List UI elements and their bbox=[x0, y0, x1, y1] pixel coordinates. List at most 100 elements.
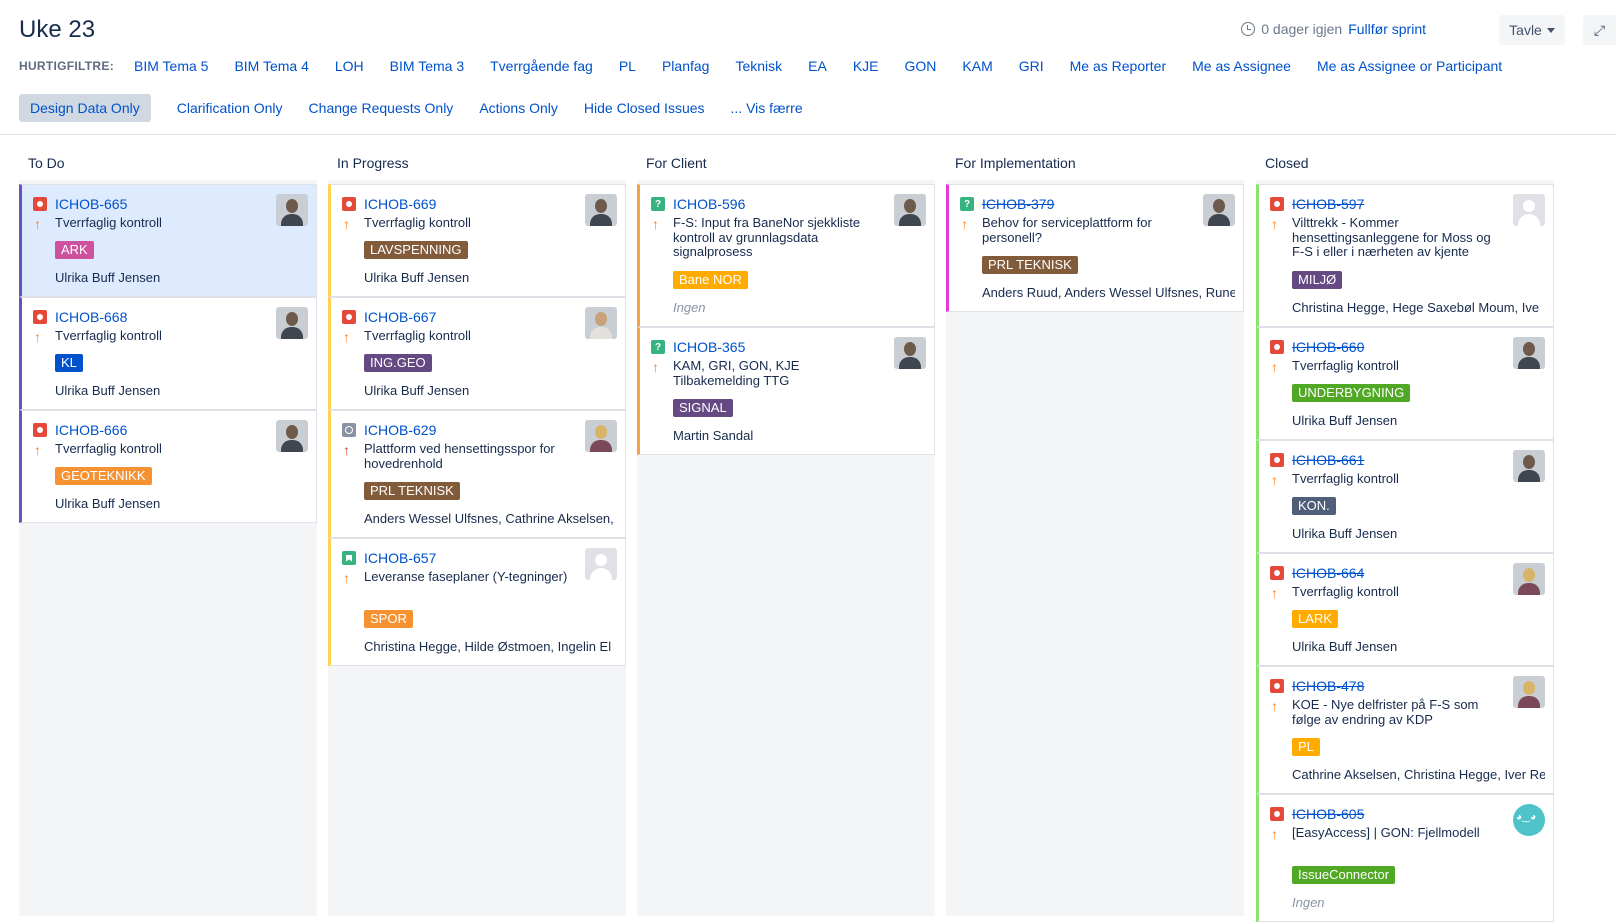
avatar bbox=[585, 420, 617, 452]
issue-key-link[interactable]: ICHOB-660 bbox=[1292, 339, 1364, 355]
quickfilter-clarification-only[interactable]: Clarification Only bbox=[177, 100, 283, 116]
avatar bbox=[1513, 676, 1545, 708]
issue-key-link[interactable]: ICHOB-664 bbox=[1292, 565, 1364, 581]
priority-med-icon: ↑ bbox=[343, 216, 350, 232]
column-closed: ICHOB-597 ↑ Vilttrekk - Kommer hensettings… bbox=[1256, 184, 1554, 922]
issue-summary: Tverrfaglig kontroll bbox=[55, 215, 162, 230]
issue-key-link[interactable]: ICHOB-605 bbox=[1292, 806, 1364, 822]
avatar bbox=[894, 194, 926, 226]
quickfilter-me-as-assignee-or-participant[interactable]: Me as Assignee or Participant bbox=[1317, 58, 1502, 74]
issue-key-link[interactable]: ICHOB-478 bbox=[1292, 678, 1364, 694]
issue-card[interactable]: ICHOB-661 ↑ Tverrfaglig kontroll KON. Ulrika… bbox=[1256, 440, 1554, 553]
bug-type-icon bbox=[1270, 340, 1284, 354]
issue-assignees: Anders Ruud, Anders Wessel Ulfsnes, Rune bbox=[982, 285, 1235, 300]
issue-card[interactable]: ICHOB-660 ↑ Tverrfaglig kontroll UNDERBYGNI… bbox=[1256, 327, 1554, 440]
column-header-to-do: To Do bbox=[28, 155, 65, 171]
avatar bbox=[894, 337, 926, 369]
days-remaining: 0 dager igjen bbox=[1261, 21, 1343, 37]
story-type-icon bbox=[342, 551, 356, 565]
avatar bbox=[1513, 450, 1545, 482]
issue-card[interactable]: ICHOB-629 ↑ Plattform ved hensettingsspor … bbox=[328, 410, 626, 538]
issue-card[interactable]: ICHOB-664 ↑ Tverrfaglig kontroll LARK Ulrika… bbox=[1256, 553, 1554, 666]
expand-button[interactable]: ⤢ bbox=[1583, 15, 1616, 45]
issue-key-link[interactable]: ICHOB-661 bbox=[1292, 452, 1364, 468]
issue-card[interactable]: ICHOB-665 ↑ Tverrfaglig kontroll ARK Ulrika … bbox=[19, 184, 317, 297]
issue-key-link[interactable]: ICHOB-596 bbox=[673, 196, 745, 212]
issue-key-link[interactable]: ICHOB-597 bbox=[1292, 196, 1364, 212]
issue-summary: Tverrfaglig kontroll bbox=[1292, 584, 1399, 599]
avatar bbox=[1203, 194, 1235, 226]
issue-card[interactable]: ? ICHOB-379 ↑ Behov for serviceplattform fo… bbox=[946, 184, 1244, 312]
priority-med-icon: ↑ bbox=[1271, 216, 1278, 232]
issue-card[interactable]: ICHOB-668 ↑ Tverrfaglig kontroll KL Ulrika B… bbox=[19, 297, 317, 410]
question-type-icon: ? bbox=[651, 340, 665, 354]
board-menu-button[interactable]: Tavle bbox=[1499, 15, 1565, 45]
issue-key-link[interactable]: ICHOB-379 bbox=[982, 196, 1054, 212]
issue-assignees: Ulrika Buff Jensen bbox=[1292, 413, 1398, 428]
issue-assignees: Cathrine Akselsen, Christina Hegge, Iver… bbox=[1292, 767, 1545, 782]
issue-key-link[interactable]: ICHOB-665 bbox=[55, 196, 127, 212]
issue-summary: Tverrfaglig kontroll bbox=[1292, 471, 1399, 486]
board-header: Uke 23 0 dager igjen Fullfør sprint Tavl… bbox=[0, 0, 1616, 135]
issue-summary: F-S: Input fra BaneNor sjekkliste kontro… bbox=[673, 215, 861, 259]
issue-summary: Plattform ved hensettingsspor for hovedr… bbox=[364, 441, 555, 471]
issue-card[interactable]: ICHOB-605 ↑ [EasyAccess] | GON: Fjellmodel… bbox=[1256, 794, 1554, 922]
quickfilter-gon[interactable]: GON bbox=[905, 58, 937, 74]
epic-label: PRL TEKNISK bbox=[364, 482, 460, 500]
quickfilter-planfag[interactable]: Planfag bbox=[662, 58, 709, 74]
issue-card[interactable]: ICHOB-597 ↑ Vilttrekk - Kommer hensettings… bbox=[1256, 184, 1554, 327]
quickfilter-hide-closed-issues[interactable]: Hide Closed Issues bbox=[584, 100, 705, 116]
epic-label: UNDERBYGNING bbox=[1292, 384, 1411, 402]
issue-key-link[interactable]: ICHOB-668 bbox=[55, 309, 127, 325]
issue-card[interactable]: ICHOB-657 ↑ Leveranse faseplaner (Y-tegnin… bbox=[328, 538, 626, 666]
quickfilter-ea[interactable]: EA bbox=[808, 58, 827, 74]
issue-assignees: Ulrika Buff Jensen bbox=[1292, 526, 1398, 541]
quickfilter-bim-tema-4[interactable]: BIM Tema 4 bbox=[234, 58, 308, 74]
issue-card[interactable]: ? ICHOB-365 ↑ KAM, GRI, GON, KJE Tilbakemel… bbox=[637, 327, 935, 455]
quickfilter-kje[interactable]: KJE bbox=[853, 58, 879, 74]
quickfilter-change-requests-only[interactable]: Change Requests Only bbox=[309, 100, 454, 116]
issue-card[interactable]: ICHOB-666 ↑ Tverrfaglig kontroll GEOTEKNIKK… bbox=[19, 410, 317, 523]
quickfilter-loh[interactable]: LOH bbox=[335, 58, 364, 74]
epic-label: LARK bbox=[1292, 610, 1338, 628]
issue-card[interactable]: ICHOB-478 ↑ KOE - Nye delfrister på F-S so… bbox=[1256, 666, 1554, 794]
quickfilter-design-data-only[interactable]: Design Data Only bbox=[19, 94, 151, 122]
quickfilter-me-as-assignee[interactable]: Me as Assignee bbox=[1192, 58, 1291, 74]
quickfilter-vis-færre[interactable]: ... Vis færre bbox=[731, 100, 803, 116]
quickfilter-bim-tema-5[interactable]: BIM Tema 5 bbox=[134, 58, 208, 74]
quickfilter-tverrgående-fag[interactable]: Tverrgående fag bbox=[490, 58, 593, 74]
avatar bbox=[1513, 337, 1545, 369]
bug-type-icon bbox=[1270, 566, 1284, 580]
epic-label: PRL TEKNISK bbox=[982, 256, 1078, 274]
issue-assignees: Ulrika Buff Jensen bbox=[55, 496, 161, 511]
quickfilter-pl[interactable]: PL bbox=[619, 58, 636, 74]
column-in-progress: ICHOB-669 ↑ Tverrfaglig kontroll LAVSPENNIN… bbox=[328, 184, 626, 916]
issue-card[interactable]: ICHOB-669 ↑ Tverrfaglig kontroll LAVSPENNIN… bbox=[328, 184, 626, 297]
quickfilters-row-2: Design Data Only Clarification Only Change… bbox=[19, 94, 829, 122]
expand-icon: ⤢ bbox=[1593, 21, 1606, 38]
quickfilter-bim-tema-3[interactable]: BIM Tema 3 bbox=[390, 58, 464, 74]
issue-key-link[interactable]: ICHOB-669 bbox=[364, 196, 436, 212]
quickfilter-kam[interactable]: KAM bbox=[962, 58, 992, 74]
priority-med-icon: ↑ bbox=[343, 329, 350, 345]
board-menu-label: Tavle bbox=[1509, 22, 1542, 38]
issue-key-link[interactable]: ICHOB-657 bbox=[364, 550, 436, 566]
epic-label: GEOTEKNIKK bbox=[55, 467, 152, 485]
priority-med-icon: ↑ bbox=[652, 359, 659, 375]
issue-card[interactable]: ICHOB-667 ↑ Tverrfaglig kontroll ING.GEO Ulr… bbox=[328, 297, 626, 410]
quickfilter-gri[interactable]: GRI bbox=[1019, 58, 1044, 74]
issue-assignees: Ulrika Buff Jensen bbox=[364, 383, 470, 398]
issue-key-link[interactable]: ICHOB-667 bbox=[364, 309, 436, 325]
issue-card[interactable]: ? ICHOB-596 ↑ F-S: Input fra BaneNor sjekkl… bbox=[637, 184, 935, 327]
issue-key-link[interactable]: ICHOB-365 bbox=[673, 339, 745, 355]
issue-key-link[interactable]: ICHOB-666 bbox=[55, 422, 127, 438]
complete-sprint-link[interactable]: Fullfør sprint bbox=[1348, 21, 1426, 37]
epic-label: LAVSPENNING bbox=[364, 241, 468, 259]
quickfilter-teknisk[interactable]: Teknisk bbox=[735, 58, 782, 74]
chevron-down-icon bbox=[1546, 27, 1555, 33]
issue-assignees: Anders Wessel Ulfsnes, Cathrine Akselsen… bbox=[364, 511, 614, 526]
quickfilter-actions-only[interactable]: Actions Only bbox=[479, 100, 558, 116]
issue-key-link[interactable]: ICHOB-629 bbox=[364, 422, 436, 438]
quickfilter-me-as-reporter[interactable]: Me as Reporter bbox=[1070, 58, 1166, 74]
avatar bbox=[276, 194, 308, 226]
